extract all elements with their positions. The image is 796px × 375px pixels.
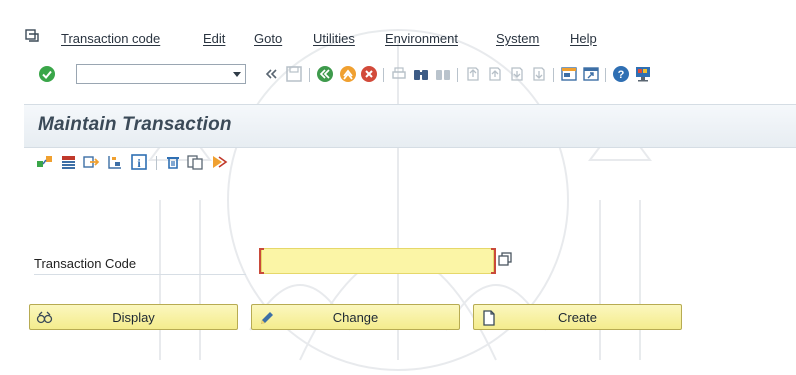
display-button-label: Display: [112, 310, 155, 325]
toolbar-separator: [156, 156, 157, 170]
display-button[interactable]: Display: [29, 304, 238, 330]
save-icon[interactable]: [285, 65, 303, 83]
toolbar-separator: [383, 68, 384, 82]
transaction-code-field[interactable]: [261, 248, 494, 274]
next-page-icon[interactable]: [508, 65, 526, 83]
command-field-dropdown-icon[interactable]: [231, 68, 243, 80]
shortcut-icon[interactable]: [582, 65, 600, 83]
toolbar-separator: [457, 68, 458, 82]
create-button[interactable]: Create: [473, 304, 682, 330]
toolbar-separator: [553, 68, 554, 82]
create-session-icon[interactable]: [560, 65, 578, 83]
menu-system[interactable]: System: [496, 31, 539, 46]
first-page-icon[interactable]: [464, 65, 482, 83]
enter-icon[interactable]: [38, 65, 56, 83]
label-underline: [34, 274, 246, 275]
transport-icon[interactable]: [82, 153, 100, 171]
page-title: Maintain Transaction: [38, 114, 232, 135]
exit-icon[interactable]: [339, 65, 357, 83]
collapse-icon[interactable]: [262, 65, 280, 83]
command-field[interactable]: [76, 64, 246, 84]
toolbar-separator: [605, 68, 606, 82]
change-button-label: Change: [332, 310, 379, 325]
where-used-icon[interactable]: [36, 153, 54, 171]
customize-layout-icon[interactable]: [634, 65, 652, 83]
required-marker-right: [491, 248, 496, 274]
last-page-icon[interactable]: [530, 65, 548, 83]
delete-icon[interactable]: [164, 153, 182, 171]
svg-text:?: ?: [618, 69, 625, 81]
menu-environment[interactable]: Environment: [385, 31, 458, 46]
menu-help[interactable]: Help: [570, 31, 597, 46]
find-next-icon[interactable]: [434, 65, 452, 83]
value-help-icon[interactable]: [497, 251, 513, 267]
copy-icon[interactable]: [186, 153, 204, 171]
back-icon[interactable]: [316, 65, 334, 83]
cancel-icon[interactable]: [360, 65, 378, 83]
change-button[interactable]: Change: [251, 304, 460, 330]
required-marker-left: [259, 248, 264, 274]
menu-transaction-code[interactable]: Transaction code: [61, 31, 160, 46]
print-icon[interactable]: [390, 65, 408, 83]
package-icon[interactable]: [106, 153, 124, 171]
command-input[interactable]: [79, 66, 233, 84]
info-icon[interactable]: i: [130, 153, 148, 171]
transaction-code-label: Transaction Code: [34, 256, 137, 271]
transaction-code-input[interactable]: [262, 249, 493, 273]
menu-bar: Transaction code Edit Goto Utilities Env…: [0, 24, 796, 54]
menu-utilities[interactable]: Utilities: [313, 31, 355, 46]
test-icon[interactable]: [210, 153, 228, 171]
menu-edit[interactable]: Edit: [203, 31, 225, 46]
other-object-icon[interactable]: [60, 153, 78, 171]
help-icon[interactable]: ?: [612, 65, 630, 83]
find-icon[interactable]: [412, 65, 430, 83]
previous-page-icon[interactable]: [486, 65, 504, 83]
standard-toolbar: ?: [0, 60, 796, 90]
menu-goto[interactable]: Goto: [254, 31, 282, 46]
system-menu-icon[interactable]: [24, 28, 40, 44]
toolbar-separator: [309, 68, 310, 82]
create-button-label: Create: [557, 310, 598, 325]
title-bar: Maintain Transaction: [24, 104, 796, 148]
